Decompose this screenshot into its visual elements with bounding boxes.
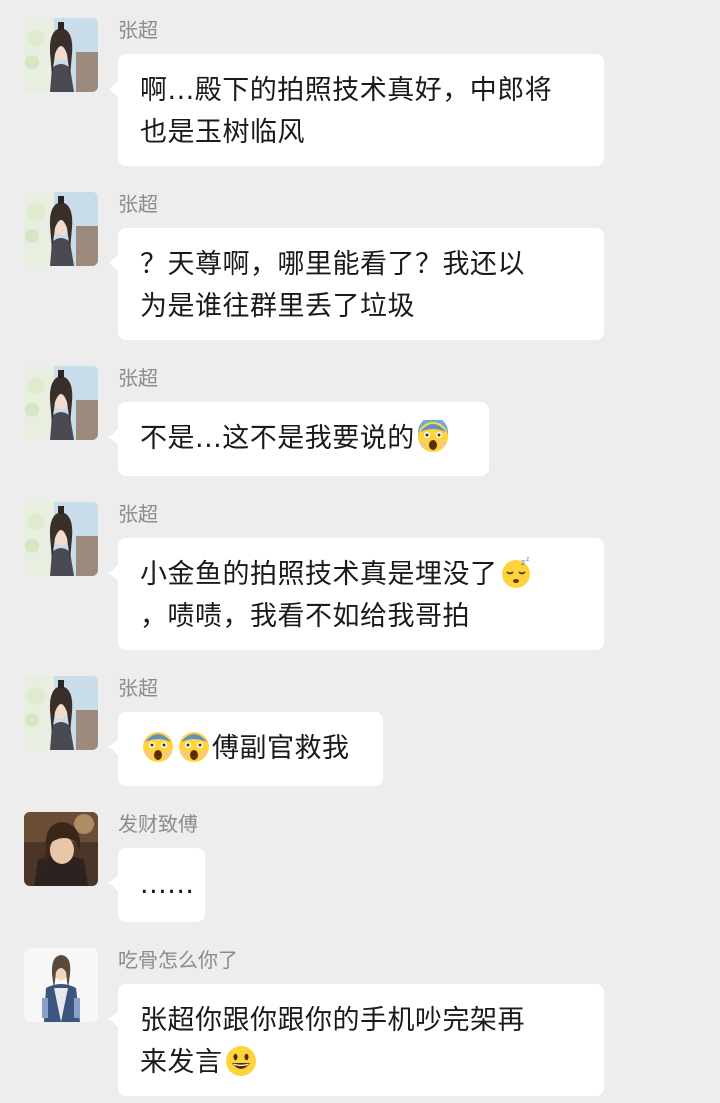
message-text-line: ，啧啧，我看不如给我哥拍 <box>140 601 470 632</box>
message-bubble[interactable]: 张超你跟你跟你的手机吵完架再 来发言 <box>109 984 604 1096</box>
sender-name: 张超 <box>118 366 158 390</box>
message-text-line: ？天尊啊，哪里能看了？我还以 <box>140 249 525 280</box>
message-text: 不是...这不是我要说的 <box>140 423 415 454</box>
avatar[interactable] <box>24 502 98 576</box>
avatar[interactable] <box>24 366 98 440</box>
message-bubble[interactable]: ？天尊啊，哪里能看了？我还以 为是谁往群里丢了垃圾 <box>109 228 604 340</box>
avatar[interactable] <box>24 676 98 750</box>
message-bubble[interactable]: 啊...殿下的拍照技术真好，中郎将 也是玉树临风 <box>109 54 604 166</box>
message-text: 小金鱼的拍照技术真是埋没了 <box>140 559 498 590</box>
zhang-chao-avatar-icon <box>24 502 98 576</box>
zhang-chao-avatar-icon <box>24 192 98 266</box>
sender-name: 张超 <box>118 676 158 700</box>
screaming-face-emoji-icon <box>141 730 175 764</box>
message-text: 傅副官救我 <box>212 733 350 764</box>
message-text-line: 来发言 <box>140 1042 582 1084</box>
avatar[interactable] <box>24 948 98 1022</box>
message-bubble[interactable]: 不是...这不是我要说的 <box>109 402 489 476</box>
sender-name: 张超 <box>118 192 158 216</box>
screaming-face-emoji-icon <box>416 420 450 454</box>
sender-name: 张超 <box>118 502 158 526</box>
sender-name: 吃骨怎么你了 <box>118 948 238 972</box>
message-text: 来发言 <box>140 1047 223 1078</box>
sender-name: 发财致傅 <box>118 812 198 836</box>
message-text-line: 小金鱼的拍照技术真是埋没了 z z <box>140 554 582 596</box>
message-text-line: 啊...殿下的拍照技术真好，中郎将 <box>140 75 553 106</box>
message-text-line: ...... <box>140 869 195 900</box>
zhang-chao-avatar-icon <box>24 676 98 750</box>
message-bubble[interactable]: 傅副官救我 <box>109 712 383 786</box>
message-bubble[interactable]: 小金鱼的拍照技术真是埋没了 z z ，啧啧，我看不如给我哥拍 <box>109 538 604 650</box>
message-text-line: 也是玉树临风 <box>140 117 305 148</box>
message-bubble[interactable]: ...... <box>109 848 205 922</box>
chi-gu-avatar-icon <box>24 948 98 1022</box>
svg-text:z: z <box>521 558 526 567</box>
sleeping-face-emoji-icon: zz <box>499 556 533 590</box>
svg-text:z: z <box>526 556 530 563</box>
message-text-line: 为是谁往群里丢了垃圾 <box>140 291 415 322</box>
avatar[interactable] <box>24 18 98 92</box>
avatar[interactable] <box>24 812 98 886</box>
message-text-line: 傅副官救我 <box>140 728 361 770</box>
avatar[interactable] <box>24 192 98 266</box>
fa-cai-avatar-icon <box>24 812 98 886</box>
screaming-face-emoji-icon <box>177 730 211 764</box>
sender-name: 张超 <box>118 18 158 42</box>
message-text-line: 张超你跟你跟你的手机吵完架再 <box>140 1005 525 1036</box>
zhang-chao-avatar-icon <box>24 18 98 92</box>
smiling-face-emoji-icon <box>224 1044 258 1078</box>
zhang-chao-avatar-icon <box>24 366 98 440</box>
message-text-line: 不是...这不是我要说的 <box>140 418 467 460</box>
